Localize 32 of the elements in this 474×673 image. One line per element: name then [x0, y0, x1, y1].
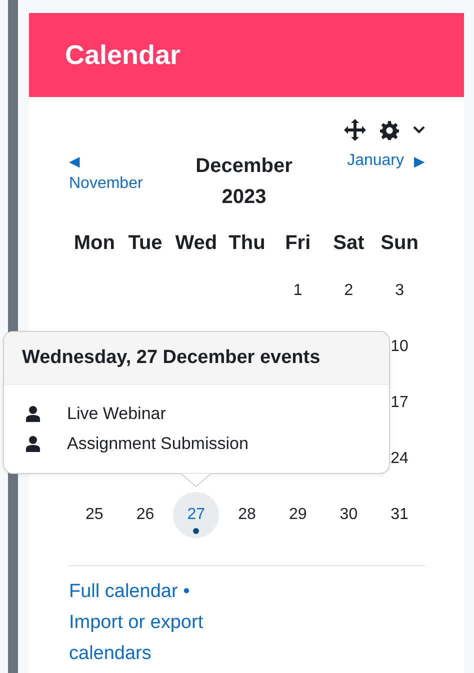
full-calendar-link[interactable]: Full calendar [69, 581, 178, 602]
calendar-day[interactable]: 3 [376, 268, 423, 314]
card-title: Calendar [65, 40, 181, 70]
weekday-header: Sun [380, 231, 420, 256]
move-icon[interactable] [344, 119, 366, 141]
link-separator: • [183, 581, 190, 602]
month-title: December 2023 [194, 154, 294, 210]
calendar-day[interactable]: 26 [122, 492, 168, 538]
event-name[interactable]: Assignment Submission [67, 434, 248, 454]
popover-title: Wednesday, 27 December events [22, 347, 320, 369]
chevron-down-icon[interactable] [413, 126, 425, 134]
previous-month-link[interactable]: ◀ November [69, 151, 179, 197]
calendar-day[interactable]: 27 [173, 492, 220, 538]
calendar-day[interactable]: 28 [224, 492, 270, 538]
weekday-header: Tue [127, 231, 164, 256]
weekday-header: Wed [174, 231, 218, 256]
weekday-header: Fri [284, 231, 312, 256]
user-icon [26, 436, 40, 452]
weekday-header: Sat [332, 231, 366, 256]
settings-icon[interactable] [380, 120, 399, 140]
calendar-day[interactable]: 29 [274, 492, 321, 538]
calendar-day[interactable]: 25 [71, 492, 118, 538]
calendar-day[interactable]: 2 [326, 268, 372, 314]
event-name[interactable]: Live Webinar [67, 404, 166, 424]
weekday-header: Mon [72, 231, 116, 256]
calendar-day[interactable]: 30 [326, 492, 372, 538]
weekday-header: Thu [228, 231, 266, 256]
calendar-day[interactable]: 31 [376, 492, 423, 538]
import-export-link[interactable]: Import or export calendars [69, 607, 269, 669]
next-month-link[interactable]: January ▶ [309, 151, 425, 171]
calendar-day[interactable]: 1 [274, 268, 321, 314]
user-icon [26, 406, 40, 422]
